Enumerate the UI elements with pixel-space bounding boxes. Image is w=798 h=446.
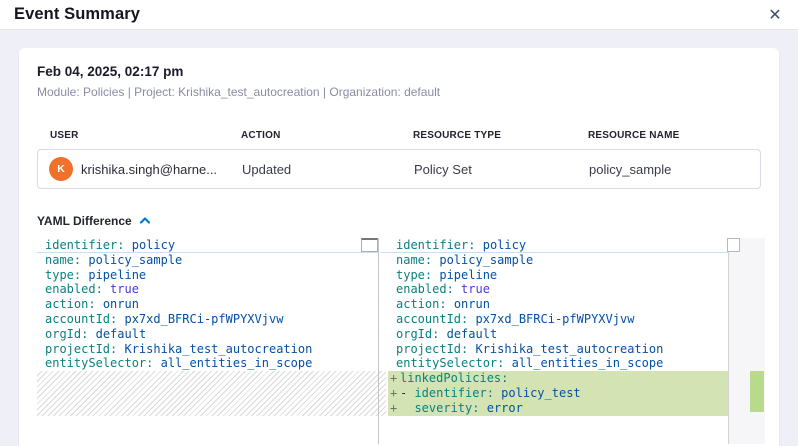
user-email: krishika.singh@harne... <box>81 162 217 177</box>
collapse-toggle-button[interactable] <box>139 213 151 228</box>
resource-type-value: Policy Set <box>401 162 576 177</box>
yaml-diff-header: YAML Difference <box>37 213 761 228</box>
yaml-line: projectId: Krishika_test_autocreation <box>37 342 378 357</box>
event-timestamp: Feb 04, 2025, 02:17 pm <box>37 64 761 79</box>
avatar: K <box>49 157 73 181</box>
yaml-added-line: +linkedPolicies: <box>388 371 728 386</box>
yaml-diff-label: YAML Difference <box>37 214 132 228</box>
yaml-line: entitySelector: all_entities_in_scope <box>380 356 728 371</box>
yaml-line: action: onrun <box>380 297 728 312</box>
yaml-added-line: + severity: error <box>388 401 728 416</box>
yaml-line: entitySelector: all_entities_in_scope <box>37 356 378 371</box>
col-action: ACTION <box>228 130 400 141</box>
yaml-line: accountId: px7xd_BFRCi-pfWPYXVjvw <box>37 312 378 327</box>
resource-name-value: policy_sample <box>576 162 760 177</box>
page-title: Event Summary <box>14 5 140 24</box>
user-cell: K krishika.singh@harne... <box>38 157 229 181</box>
yaml-line: action: onrun <box>37 297 378 312</box>
diff-sash[interactable] <box>378 238 379 444</box>
yaml-line: identifier: policy <box>380 238 728 253</box>
left-scrollbar-slider[interactable] <box>361 238 378 252</box>
yaml-line: identifier: policy <box>37 238 378 253</box>
event-card: Feb 04, 2025, 02:17 pm Module: Policies … <box>19 48 779 446</box>
yaml-added-line: +- identifier: policy_test <box>388 386 728 401</box>
close-icon[interactable]: ✕ <box>762 2 788 28</box>
yaml-diff-editor: identifier: policyname: policy_sampletyp… <box>37 238 765 444</box>
chevron-up-icon <box>139 213 151 228</box>
yaml-line: enabled: true <box>380 282 728 297</box>
col-resource-type: RESOURCE TYPE <box>400 130 575 141</box>
yaml-line: orgId: default <box>37 327 378 342</box>
yaml-line: accountId: px7xd_BFRCi-pfWPYXVjvw <box>380 312 728 327</box>
yaml-line: type: pipeline <box>37 268 378 283</box>
event-summary-modal: Event Summary ✕ Feb 04, 2025, 02:17 pm M… <box>0 0 798 446</box>
col-user: USER <box>37 130 228 141</box>
yaml-line: type: pipeline <box>380 268 728 283</box>
table-row: K krishika.singh@harne... Updated Policy… <box>37 149 761 189</box>
diff-overview-ruler[interactable] <box>729 238 765 444</box>
yaml-line: projectId: Krishika_test_autocreation <box>380 342 728 357</box>
yaml-line: name: policy_sample <box>37 253 378 268</box>
event-meta: Module: Policies | Project: Krishika_tes… <box>37 85 761 99</box>
right-scrollbar-slider[interactable] <box>727 238 740 252</box>
diff-modified-pane[interactable]: identifier: policyname: policy_sampletyp… <box>380 238 728 444</box>
yaml-line: enabled: true <box>37 282 378 297</box>
col-resource-name: RESOURCE NAME <box>575 130 761 141</box>
table-header: USER ACTION RESOURCE TYPE RESOURCE NAME <box>37 124 761 146</box>
ruler-added-marker <box>750 371 764 412</box>
yaml-line: name: policy_sample <box>380 253 728 268</box>
yaml-line: orgId: default <box>380 327 728 342</box>
modal-header: Event Summary ✕ <box>0 0 798 30</box>
diff-original-pane[interactable]: identifier: policyname: policy_sampletyp… <box>37 238 378 444</box>
audit-table: USER ACTION RESOURCE TYPE RESOURCE NAME … <box>37 124 761 189</box>
action-value: Updated <box>229 162 401 177</box>
